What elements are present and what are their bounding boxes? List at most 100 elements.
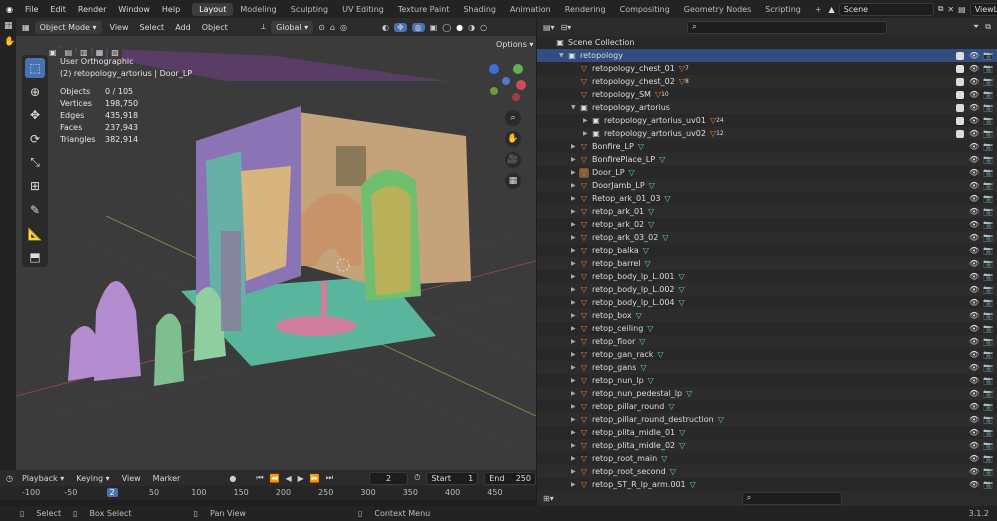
expand-arrow-icon[interactable]: ▶	[571, 299, 579, 306]
outliner-row[interactable]: ▽ retopology_chest_01 ▽ 7 👁 📷	[537, 62, 997, 75]
record-icon[interactable]: ●	[229, 474, 236, 483]
camera-icon[interactable]: 📷	[983, 207, 993, 216]
play-reverse-icon[interactable]: ◀	[285, 474, 291, 483]
expand-arrow-icon[interactable]: ▼	[559, 52, 567, 59]
tab-shading[interactable]: Shading	[456, 3, 503, 16]
overlay-visibility-icon[interactable]: ◐	[382, 23, 389, 32]
outliner-row[interactable]: ▶ ▽ retop_ST_R_lp_arm.001 ▽ 👁 📷	[537, 478, 997, 490]
tab-rendering[interactable]: Rendering	[558, 3, 613, 16]
expand-arrow-icon[interactable]: ▶	[571, 234, 579, 241]
outliner-row[interactable]: ▶ ▽ retop_plita_midle_01 ▽ 👁 📷	[537, 426, 997, 439]
select-box-icon[interactable]: ⬚	[25, 58, 45, 78]
tab-layout[interactable]: Layout	[192, 2, 234, 16]
camera-icon[interactable]: 📷	[983, 116, 993, 125]
mesh-data-icon[interactable]: ▽	[679, 441, 685, 450]
eye-icon[interactable]: 👁	[969, 194, 979, 203]
outliner-row[interactable]: ▶ ▽ Retop_ark_01_03 ▽ 👁 📷	[537, 192, 997, 205]
outliner-search[interactable]: ⌕	[687, 20, 888, 34]
outliner-row[interactable]: ▶ ▽ retop_barrel ▽ 👁 📷	[537, 257, 997, 270]
mesh-data-icon[interactable]: ▽	[640, 363, 646, 372]
camera-icon[interactable]: 📷	[983, 454, 993, 463]
eye-icon[interactable]: 👁	[969, 454, 979, 463]
camera-icon[interactable]: 📷	[983, 467, 993, 476]
expand-arrow-icon[interactable]: ▶	[571, 442, 579, 449]
proportional-edit-icon[interactable]: ◎	[340, 23, 347, 32]
expand-arrow-icon[interactable]: ▶	[583, 130, 591, 137]
clock-icon[interactable]: ◷	[6, 474, 13, 483]
eye-icon[interactable]: 👁	[969, 389, 979, 398]
mesh-data-icon[interactable]: ▽	[639, 337, 645, 346]
exclude-checkbox[interactable]	[956, 103, 964, 112]
camera-icon[interactable]: 📷	[983, 90, 993, 99]
tab-texture-paint[interactable]: Texture Paint	[391, 3, 457, 16]
mesh-data-icon[interactable]: ▽	[629, 168, 635, 177]
expand-arrow-icon[interactable]: ▶	[571, 221, 579, 228]
outliner-row[interactable]: ▶ ▽ retop_body_lp_L.002 ▽ 👁 📷	[537, 283, 997, 296]
expand-arrow-icon[interactable]: ▶	[571, 377, 579, 384]
eye-icon[interactable]: 👁	[969, 259, 979, 268]
outliner-row[interactable]: ▼ ▣ retopology 👁 📷	[537, 49, 997, 62]
playback-menu[interactable]: Playback ▾	[19, 474, 67, 483]
orientation-dropdown[interactable]: Global ▾	[271, 20, 314, 34]
outliner-row[interactable]: ▶ ▽ retop_plita_midle_02 ▽ 👁 📷	[537, 439, 997, 452]
outliner-row[interactable]: ▶ ▽ retop_nun_pedestal_lp ▽ 👁 📷	[537, 387, 997, 400]
editor-type-icon[interactable]: ▦	[22, 23, 30, 32]
outliner-row[interactable]: ▶ ▽ DoorJamb_LP ▽ 👁 📷	[537, 179, 997, 192]
properties-editor-icon[interactable]: ⊞▾	[543, 494, 554, 503]
camera-icon[interactable]: 📷	[983, 181, 993, 190]
mesh-data-icon[interactable]: ▽	[661, 454, 667, 463]
camera-icon[interactable]: 📷	[983, 324, 993, 333]
eye-icon[interactable]: 👁	[969, 116, 979, 125]
eye-icon[interactable]: 👁	[969, 64, 979, 73]
tab-geometry-nodes[interactable]: Geometry Nodes	[677, 3, 758, 16]
gizmo-icon[interactable]: ✥	[393, 22, 407, 32]
outliner-row[interactable]: ▶ ▽ retop_root_second ▽ 👁 📷	[537, 465, 997, 478]
eye-icon[interactable]: 👁	[969, 90, 979, 99]
camera-icon[interactable]: 📷	[983, 272, 993, 281]
expand-arrow-icon[interactable]: ▶	[571, 247, 579, 254]
add-workspace-icon[interactable]: +	[808, 3, 829, 16]
expand-arrow-icon[interactable]: ▼	[571, 104, 579, 111]
camera-icon[interactable]: 📷	[983, 259, 993, 268]
outliner-row[interactable]: ▶ ▽ retop_gan_rack ▽ 👁 📷	[537, 348, 997, 361]
expand-arrow-icon[interactable]: ▶	[571, 403, 579, 410]
camera-icon[interactable]: 📷	[983, 51, 993, 60]
tab-animation[interactable]: Animation	[503, 3, 558, 16]
eye-icon[interactable]: 👁	[969, 311, 979, 320]
eye-icon[interactable]: 👁	[969, 168, 979, 177]
outliner-row[interactable]: ▶ ▽ retop_balka ▽ 👁 📷	[537, 244, 997, 257]
expand-arrow-icon[interactable]: ▶	[571, 364, 579, 371]
blender-logo-icon[interactable]: ◉	[0, 5, 19, 14]
keying-menu[interactable]: Keying ▾	[73, 474, 112, 483]
outliner-row[interactable]: ▶ ▽ retop_box ▽ 👁 📷	[537, 309, 997, 322]
current-frame-field[interactable]: 2	[368, 471, 409, 485]
expand-arrow-icon[interactable]: ▶	[571, 468, 579, 475]
mesh-data-icon[interactable]: ▽	[638, 142, 644, 151]
outliner-row[interactable]: ▽ retopology_SM ▽ 10 👁 📷	[537, 88, 997, 101]
camera-icon[interactable]: 📷	[983, 337, 993, 346]
eye-icon[interactable]: 👁	[969, 142, 979, 151]
mesh-data-icon[interactable]: ▽	[648, 207, 654, 216]
scale-icon[interactable]: ⤡	[25, 153, 45, 173]
eye-icon[interactable]: 👁	[969, 220, 979, 229]
expand-arrow-icon[interactable]: ▶	[571, 195, 579, 202]
outliner-row[interactable]: ▶ ▣ retopology_artorius_uv02 ▽ 12 👁 📷	[537, 127, 997, 140]
camera-icon[interactable]: 📷	[983, 311, 993, 320]
mesh-data-icon[interactable]: ▽	[668, 402, 674, 411]
expand-arrow-icon[interactable]: ▶	[571, 312, 579, 319]
material-shading-icon[interactable]: ◑	[468, 23, 475, 32]
mesh-data-icon[interactable]: ▽	[657, 350, 663, 359]
expand-arrow-icon[interactable]: ▶	[571, 390, 579, 397]
expand-arrow-icon[interactable]: ▶	[583, 117, 591, 124]
view-menu[interactable]: View	[107, 23, 132, 32]
zoom-icon[interactable]: ⌕	[505, 110, 521, 126]
expand-arrow-icon[interactable]: ▶	[571, 351, 579, 358]
end-frame-field[interactable]: End 250	[484, 471, 536, 485]
move-icon[interactable]: ✥	[25, 105, 45, 125]
eye-icon[interactable]: 👁	[969, 376, 979, 385]
camera-icon[interactable]: 📷	[983, 194, 993, 203]
eye-icon[interactable]: 👁	[969, 77, 979, 86]
select-menu[interactable]: Select	[137, 23, 168, 32]
camera-icon[interactable]: 📷	[983, 415, 993, 424]
outliner-row[interactable]: ▶ ▽ retop_pillar_round_destruction ▽ 👁 📷	[537, 413, 997, 426]
